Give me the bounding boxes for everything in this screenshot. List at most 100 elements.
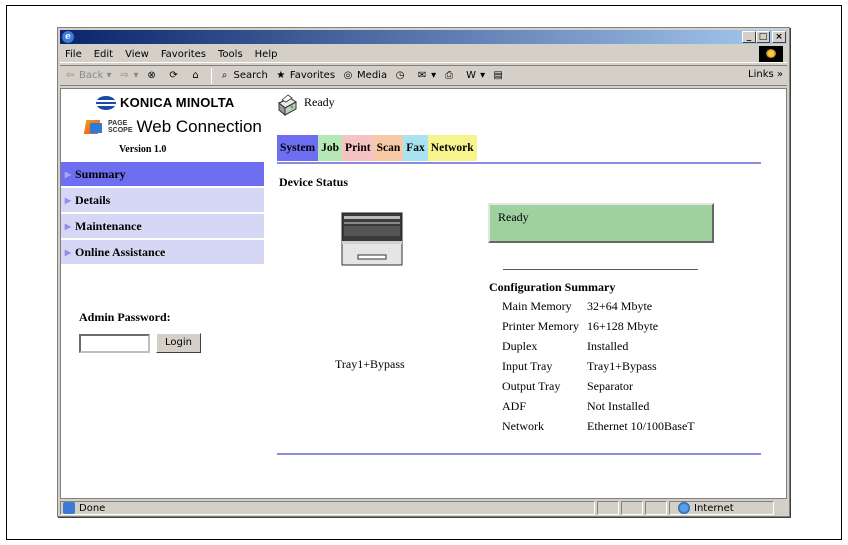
- config-table: Main Memory 32+64 Mbyte Printer Memory 1…: [502, 299, 695, 439]
- sidebar-item-summary[interactable]: ▶ Summary: [61, 162, 264, 186]
- tab-system[interactable]: System: [277, 135, 319, 161]
- tab-print[interactable]: Print: [342, 135, 374, 161]
- config-key: Printer Memory: [502, 319, 579, 333]
- menu-help[interactable]: Help: [250, 49, 285, 60]
- tab-job[interactable]: Job: [318, 135, 343, 161]
- konica-minolta-logo: KONICA MINOLTA: [96, 95, 235, 110]
- forward-button[interactable]: ⇨ ▾: [114, 69, 141, 83]
- title-bar[interactable]: e _ □ ×: [60, 30, 787, 44]
- status-text: Ready: [304, 95, 335, 109]
- config-value: Ethernet 10/100BaseT: [587, 419, 695, 433]
- pagescope-icon: [85, 120, 105, 134]
- status-cell: [597, 501, 619, 515]
- menu-file[interactable]: File: [60, 49, 89, 60]
- company-name: KONICA MINOLTA: [120, 95, 235, 110]
- config-value: Tray1+Bypass: [587, 359, 657, 373]
- config-key: ADF: [502, 399, 527, 413]
- menu-edit[interactable]: Edit: [89, 49, 120, 60]
- minimize-button[interactable]: _: [742, 31, 756, 43]
- section-title: Device Status: [279, 175, 348, 189]
- search-button[interactable]: ⌕ Search: [215, 69, 271, 83]
- status-cell: [645, 501, 667, 515]
- sidebar-item-details[interactable]: ▶ Details: [61, 188, 264, 212]
- globe-icon: [678, 502, 690, 514]
- version-label: Version 1.0: [119, 144, 167, 155]
- config-value: 16+128 Mbyte: [587, 319, 659, 333]
- discuss-button[interactable]: ▤: [488, 69, 510, 83]
- triangle-right-icon: ▶: [64, 169, 72, 179]
- window-controls: _ □ ×: [742, 31, 786, 43]
- word-icon: W: [466, 69, 477, 81]
- tab-fax[interactable]: Fax: [403, 135, 428, 161]
- history-button[interactable]: ◷: [390, 69, 412, 83]
- admin-password-input[interactable]: [79, 334, 150, 353]
- forward-arrow-icon: ⇨: [120, 69, 129, 81]
- ie-page-icon: [63, 502, 75, 514]
- config-value: Separator: [587, 379, 633, 393]
- refresh-icon: ⟳: [169, 69, 178, 81]
- sidebar-nav: ▶ Summary ▶ Details ▶ Maintenance ▶ Onli…: [61, 162, 264, 266]
- menu-view[interactable]: View: [120, 49, 156, 60]
- mail-icon: ✉: [417, 69, 427, 81]
- config-row: Main Memory 32+64 Mbyte: [502, 299, 695, 319]
- config-key: Network: [502, 419, 544, 433]
- media-button[interactable]: ◎ Media: [338, 69, 390, 83]
- config-row: Duplex Installed: [502, 339, 695, 359]
- config-key: Duplex: [502, 339, 538, 353]
- page-viewport: KONICA MINOLTA PAGE SCOPE Web Connection…: [60, 88, 787, 499]
- config-key: Output Tray: [502, 379, 561, 393]
- menu-tools[interactable]: Tools: [213, 49, 250, 60]
- discuss-icon: ▤: [493, 69, 503, 81]
- browser-window: e _ □ × File Edit View Favorites Tools H…: [57, 27, 790, 517]
- sidebar-item-maintenance[interactable]: ▶ Maintenance: [61, 214, 264, 238]
- config-row: Output Tray Separator: [502, 379, 695, 399]
- menu-bar: File Edit View Favorites Tools Help: [60, 46, 787, 63]
- triangle-right-icon: ▶: [64, 221, 72, 231]
- favorites-icon: ★: [276, 69, 286, 81]
- config-key: Input Tray: [502, 359, 553, 373]
- left-panel: KONICA MINOLTA PAGE SCOPE Web Connection…: [61, 89, 266, 498]
- printer-image: [340, 211, 404, 267]
- favorites-button[interactable]: ★ Favorites: [271, 69, 338, 83]
- divider: [503, 269, 698, 270]
- config-key: Main Memory: [502, 299, 572, 313]
- config-summary-title: Configuration Summary: [489, 280, 616, 294]
- main-panel: Ready System Job Print Scan Fax Network …: [266, 89, 786, 498]
- status-main: Done: [60, 501, 595, 515]
- home-button[interactable]: ⌂: [186, 69, 208, 83]
- tab-bar: System Job Print Scan Fax Network: [277, 135, 477, 161]
- sidebar-item-online-assistance[interactable]: ▶ Online Assistance: [61, 240, 264, 264]
- status-cell: [621, 501, 643, 515]
- login-button[interactable]: Login: [156, 333, 201, 353]
- close-button[interactable]: ×: [772, 31, 786, 43]
- printer-status-icon: [278, 94, 297, 117]
- tab-scan[interactable]: Scan: [373, 135, 404, 161]
- back-button[interactable]: ⇦ Back ▾: [60, 69, 114, 83]
- device-status-display: Ready: [488, 203, 714, 243]
- config-value: Installed: [587, 339, 629, 353]
- bottom-divider: [277, 453, 761, 455]
- back-arrow-icon: ⇦: [65, 69, 75, 81]
- mail-button[interactable]: ✉ ▾: [412, 69, 439, 83]
- stop-icon: ⊗: [147, 69, 156, 81]
- print-button[interactable]: ⎙: [439, 69, 461, 83]
- tab-network[interactable]: Network: [427, 135, 477, 161]
- print-icon: ⎙: [445, 69, 454, 81]
- tab-divider: [277, 162, 761, 164]
- config-row: ADF Not Installed: [502, 399, 695, 419]
- history-icon: ◷: [395, 69, 405, 81]
- triangle-right-icon: ▶: [64, 247, 72, 257]
- pagescope-wordmark: PAGE SCOPE: [108, 120, 133, 134]
- status-zone: Internet: [669, 501, 774, 515]
- maximize-button[interactable]: □: [756, 31, 770, 43]
- tray-label: Tray1+Bypass: [335, 357, 405, 371]
- stop-button[interactable]: ⊗: [142, 69, 164, 83]
- pagescope-logo: PAGE SCOPE Web Connection: [85, 117, 262, 137]
- refresh-button[interactable]: ⟳: [164, 69, 186, 83]
- menu-favorites[interactable]: Favorites: [156, 49, 213, 60]
- links-button[interactable]: Links »: [748, 69, 783, 80]
- edit-button[interactable]: W ▾: [461, 69, 488, 83]
- konica-minolta-globe-icon: [96, 95, 116, 110]
- config-value: 32+64 Mbyte: [587, 299, 653, 313]
- config-row: Network Ethernet 10/100BaseT: [502, 419, 695, 439]
